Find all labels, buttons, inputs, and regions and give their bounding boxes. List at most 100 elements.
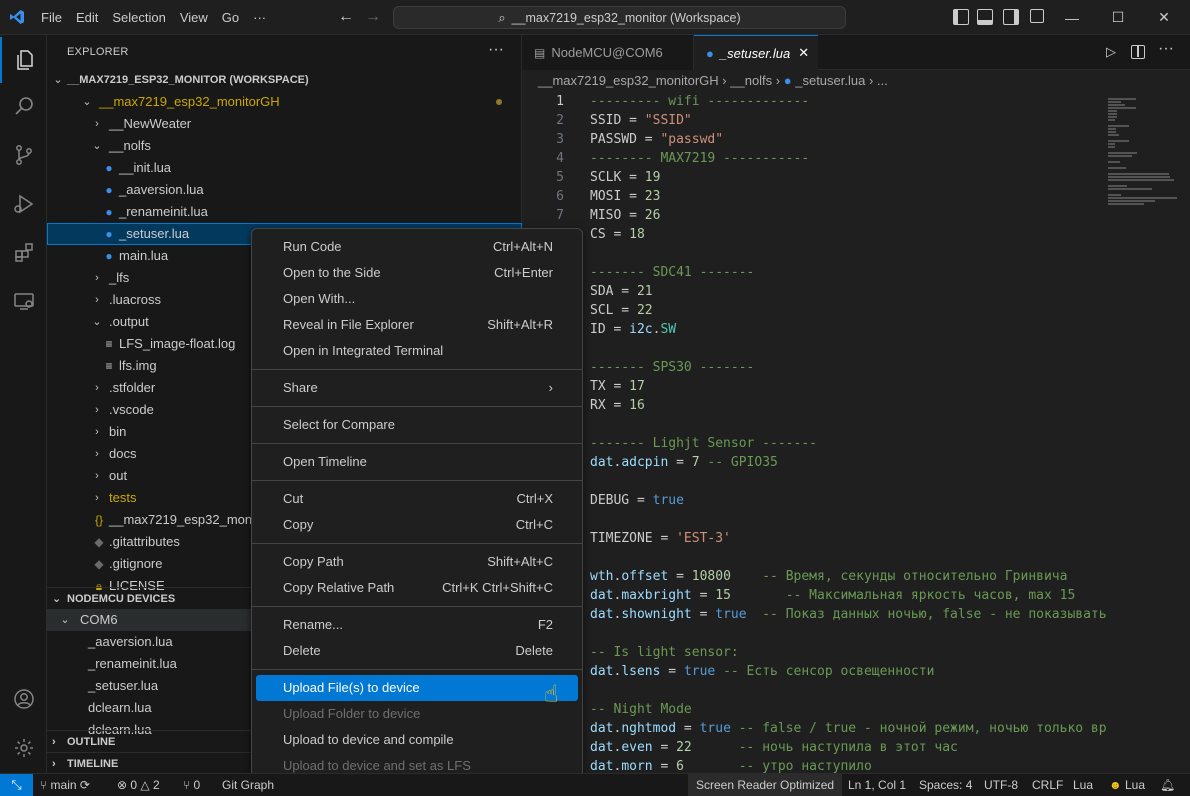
context-menu-item[interactable]: Share ›	[256, 375, 578, 401]
encoding-status[interactable]: UTF-8	[984, 774, 1018, 796]
file-item[interactable]: ● __init.lua	[47, 157, 522, 179]
tree-item-label: bin	[109, 424, 127, 439]
remote-indicator-icon[interactable]: ⤡	[0, 774, 33, 796]
language-mode[interactable]: Lua	[1073, 774, 1093, 796]
minimap[interactable]	[1106, 92, 1190, 773]
code-token: true	[683, 664, 716, 679]
context-menu-item[interactable]: Run Code Ctrl+Alt+N	[256, 234, 578, 260]
breadcrumb-item[interactable]: __nolfs	[730, 73, 772, 88]
close-button[interactable]: ✕	[1141, 0, 1187, 35]
menu-file[interactable]: File	[34, 0, 69, 35]
folder-item[interactable]: ⌄ __nolfs	[47, 135, 522, 157]
workspace-header[interactable]: ⌄ __MAX7219_ESP32_MONITOR (WORKSPACE)	[47, 69, 522, 91]
notifications-bell-icon[interactable]: 🔔︎	[1160, 774, 1175, 796]
sync-icon[interactable]: ⟳	[80, 778, 90, 792]
settings-gear-icon[interactable]	[0, 725, 47, 771]
context-menu-item[interactable]: Cut Ctrl+X	[256, 486, 578, 512]
breadcrumb-item[interactable]: __max7219_esp32_monitorGH	[538, 73, 719, 88]
more-actions-icon[interactable]: ···	[488, 41, 504, 59]
context-menu-item[interactable]: Open in Integrated Terminal	[256, 338, 578, 364]
code-text: TX = 17	[590, 377, 645, 396]
toggle-primary-sidebar-icon[interactable]	[953, 9, 969, 25]
run-debug-icon[interactable]	[0, 181, 47, 227]
tab-nodemcu-com6[interactable]: ▤ NodeMCU@COM6	[522, 35, 694, 70]
command-center[interactable]: ⌕ __max7219_esp32_monitor (Workspace)	[393, 6, 846, 29]
customize-layout-icon[interactable]	[1030, 9, 1044, 23]
menu-go[interactable]: Go	[215, 0, 246, 35]
chevron-right-icon: ›	[95, 492, 99, 504]
search-icon[interactable]	[0, 83, 47, 129]
ports-status[interactable]: ⑂ 0	[183, 774, 200, 796]
minimap-line	[1108, 113, 1117, 115]
context-menu-item[interactable]: Copy Path Shift+Alt+C	[256, 549, 578, 575]
context-menu-item[interactable]: Open Timeline	[256, 449, 578, 475]
back-arrow-icon[interactable]: ←	[338, 8, 354, 26]
code-line: 5 SCLK = 19	[522, 168, 1106, 187]
menu-more[interactable]: ···	[246, 0, 273, 35]
menu-item-shortcut: Ctrl+K Ctrl+Shift+C	[442, 580, 553, 595]
context-menu-item[interactable]: Upload File(s) to device	[256, 675, 578, 701]
folder-item[interactable]: › __NewWeater	[47, 113, 522, 135]
menu-edit[interactable]: Edit	[69, 0, 105, 35]
breadcrumb-item[interactable]: ...	[877, 73, 888, 88]
file-item[interactable]: ● _aaversion.lua	[47, 179, 522, 201]
chevron-right-icon: ›	[52, 758, 56, 770]
code-editor[interactable]: 1 --------- wifi ------------- 2 SSID = "SS…	[522, 92, 1106, 773]
toggle-panel-icon[interactable]	[977, 9, 993, 25]
tree-item-label: __NewWeater	[109, 116, 192, 131]
code-line: 32	[522, 681, 1106, 700]
indentation-status[interactable]: Spaces: 4	[919, 774, 972, 796]
tab-setuser-lua[interactable]: ● _setuser.lua ✕	[694, 35, 818, 70]
tree-item-label: _lfs	[109, 270, 130, 285]
explorer-icon[interactable]	[0, 37, 47, 83]
context-menu-item[interactable]: Copy Relative Path Ctrl+K Ctrl+Shift+C	[256, 575, 578, 601]
git-graph-button[interactable]: Git Graph	[222, 774, 274, 796]
maximize-button[interactable]: ☐	[1095, 0, 1141, 35]
context-menu-item[interactable]: Rename... F2	[256, 612, 578, 638]
forward-arrow-icon[interactable]: →	[365, 8, 381, 26]
timeline-title: TIMELINE	[67, 758, 119, 770]
cursor-position[interactable]: Ln 1, Col 1	[848, 774, 906, 796]
code-token: -- Максимальная яркость часов, max 15	[730, 588, 1076, 603]
account-icon[interactable]	[0, 676, 47, 722]
branch-status[interactable]: ⑂ main ⟳	[40, 774, 90, 796]
warning-icon: △	[140, 778, 153, 792]
folder-item[interactable]: ⌄ __max7219_esp32_monitorGH	[47, 91, 522, 113]
toggle-secondary-sidebar-icon[interactable]	[1003, 9, 1019, 25]
close-tab-icon[interactable]: ✕	[798, 45, 809, 61]
device-file-label: _renameinit.lua	[88, 656, 177, 671]
eol-status[interactable]: CRLF	[1032, 774, 1063, 796]
code-token: ID =	[590, 322, 630, 337]
minimize-button[interactable]: —	[1049, 0, 1095, 35]
more-actions-icon[interactable]: ···	[1158, 40, 1174, 58]
minimap-line	[1108, 143, 1115, 145]
code-line: 17RX = 16	[522, 396, 1106, 415]
extensions-icon[interactable]	[0, 230, 47, 276]
code-token: DEBUG =	[590, 493, 653, 508]
screen-reader-status[interactable]: Screen Reader Optimized	[688, 774, 843, 796]
code-line: 35dat.even = 22 -- ночь наступила в этот…	[522, 738, 1106, 757]
lua-extension-status[interactable]: ☻ Lua	[1109, 774, 1145, 796]
code-token: PASSWD =	[590, 132, 661, 147]
context-menu-item[interactable]: Delete Delete	[256, 638, 578, 664]
context-menu-item[interactable]: Copy Ctrl+C	[256, 512, 578, 538]
code-token: MOSI =	[590, 189, 645, 204]
context-menu-item[interactable]: Reveal in File Explorer Shift+Alt+R	[256, 312, 578, 338]
menu-view[interactable]: View	[173, 0, 215, 35]
file-item[interactable]: ● _renameinit.lua	[47, 201, 522, 223]
chevron-right-icon: ›	[95, 382, 99, 394]
context-menu-item[interactable]: Select for Compare	[256, 412, 578, 438]
breadcrumb-item[interactable]: _setuser.lua	[795, 73, 865, 88]
menu-selection[interactable]: Selection	[105, 0, 172, 35]
context-menu-item[interactable]: Upload to device and compile	[256, 727, 578, 753]
split-editor-icon[interactable]	[1131, 45, 1145, 59]
search-icon: ⌕	[498, 9, 506, 25]
context-menu-item[interactable]: Open With...	[256, 286, 578, 312]
run-icon[interactable]: ▷	[1106, 44, 1116, 60]
problems-status[interactable]: ⊗ 0 △ 2	[117, 774, 160, 796]
code-token: dat	[590, 759, 614, 773]
remote-explorer-icon[interactable]	[0, 278, 47, 324]
menu-item-shortcut: Shift+Alt+R	[487, 317, 553, 332]
context-menu-item[interactable]: Open to the Side Ctrl+Enter	[256, 260, 578, 286]
source-control-icon[interactable]	[0, 132, 47, 178]
